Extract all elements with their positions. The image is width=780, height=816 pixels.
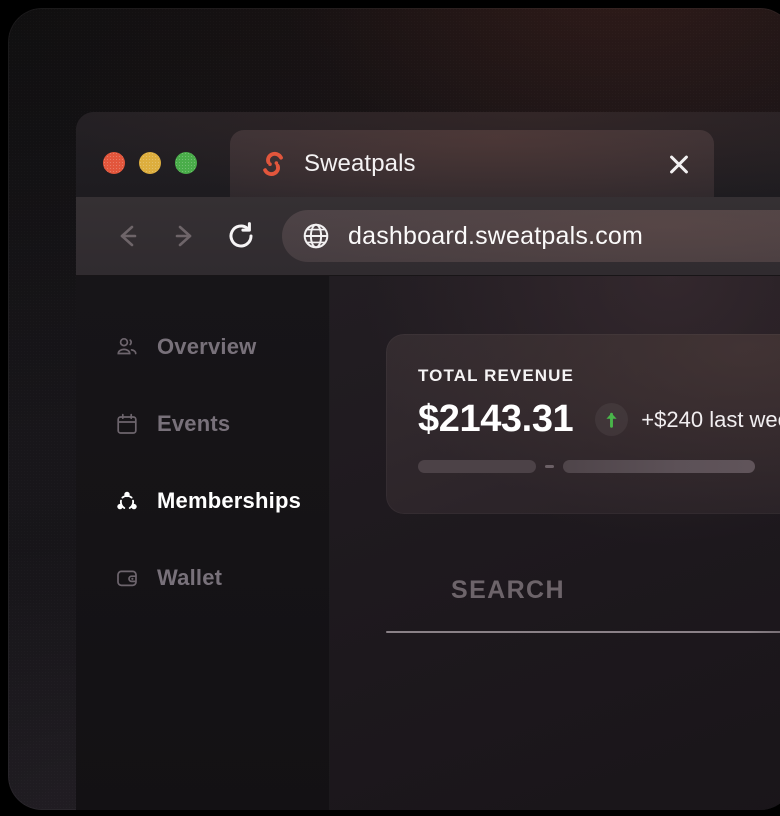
window-maximize-button[interactable] (175, 152, 197, 174)
arrow-right-icon (175, 225, 192, 247)
browser-window: Sweatpals dashboard.sweatpals.com Overvi… (76, 112, 780, 810)
globe-icon (303, 223, 329, 249)
tab-title: Sweatpals (304, 149, 416, 177)
browser-tab-sweatpals[interactable]: Sweatpals (230, 130, 714, 197)
browser-toolbar: dashboard.sweatpals.com (76, 197, 780, 276)
sidebar: Overview Events Memberships Wallet (76, 276, 330, 810)
progress-bar-secondary (563, 460, 755, 473)
window-close-button[interactable] (103, 152, 125, 174)
users-icon (114, 334, 140, 360)
reload-icon (229, 222, 253, 248)
trend-badge (595, 403, 629, 436)
browser-titlebar: Sweatpals (76, 112, 780, 197)
address-bar[interactable]: dashboard.sweatpals.com (282, 210, 780, 262)
network-icon (114, 488, 140, 514)
sweatpals-logo-icon (263, 151, 283, 176)
arrow-left-icon (120, 225, 137, 247)
page-body: Overview Events Memberships Wallet TOTAL… (76, 276, 780, 810)
sidebar-item-overview[interactable]: Overview (76, 324, 329, 370)
sidebar-item-wallet[interactable]: Wallet (76, 555, 329, 601)
sidebar-item-memberships[interactable]: Memberships (76, 478, 329, 524)
revenue-amount: $2143.31 (418, 398, 574, 440)
forward-button[interactable] (162, 214, 206, 258)
arrow-up-icon (606, 412, 617, 428)
search-placeholder: SEARCH (451, 576, 565, 604)
window-minimize-button[interactable] (139, 152, 161, 174)
calendar-icon (114, 411, 140, 437)
address-bar-url: dashboard.sweatpals.com (348, 221, 644, 250)
sidebar-item-label: Overview (157, 334, 257, 359)
search-field[interactable]: SEARCH (386, 576, 780, 633)
card-title: TOTAL REVENUE (418, 366, 574, 385)
revenue-summary-row: $2143.31 +$240 last week (418, 398, 780, 441)
revenue-progress-bars (418, 460, 780, 473)
sidebar-item-label: Memberships (157, 488, 302, 513)
device-frame: Sweatpals dashboard.sweatpals.com Overvi… (8, 8, 780, 810)
total-revenue-card: TOTAL REVENUE $2143.31 +$240 last week (386, 334, 780, 514)
sidebar-item-events[interactable]: Events (76, 401, 329, 447)
progress-separator (545, 465, 554, 468)
screenshot-root: Sweatpals dashboard.sweatpals.com Overvi… (0, 0, 780, 816)
trend-description: +$240 last week (641, 406, 780, 432)
window-controls (103, 152, 197, 174)
close-icon[interactable] (664, 149, 694, 179)
sidebar-item-label: Wallet (157, 565, 223, 590)
search-underline (386, 631, 780, 633)
back-button[interactable] (106, 214, 150, 258)
sidebar-item-label: Events (157, 411, 231, 436)
main-content: TOTAL REVENUE $2143.31 +$240 last week (330, 276, 780, 810)
progress-bar-primary (418, 460, 536, 473)
reload-button[interactable] (218, 213, 264, 259)
wallet-icon (114, 565, 140, 591)
